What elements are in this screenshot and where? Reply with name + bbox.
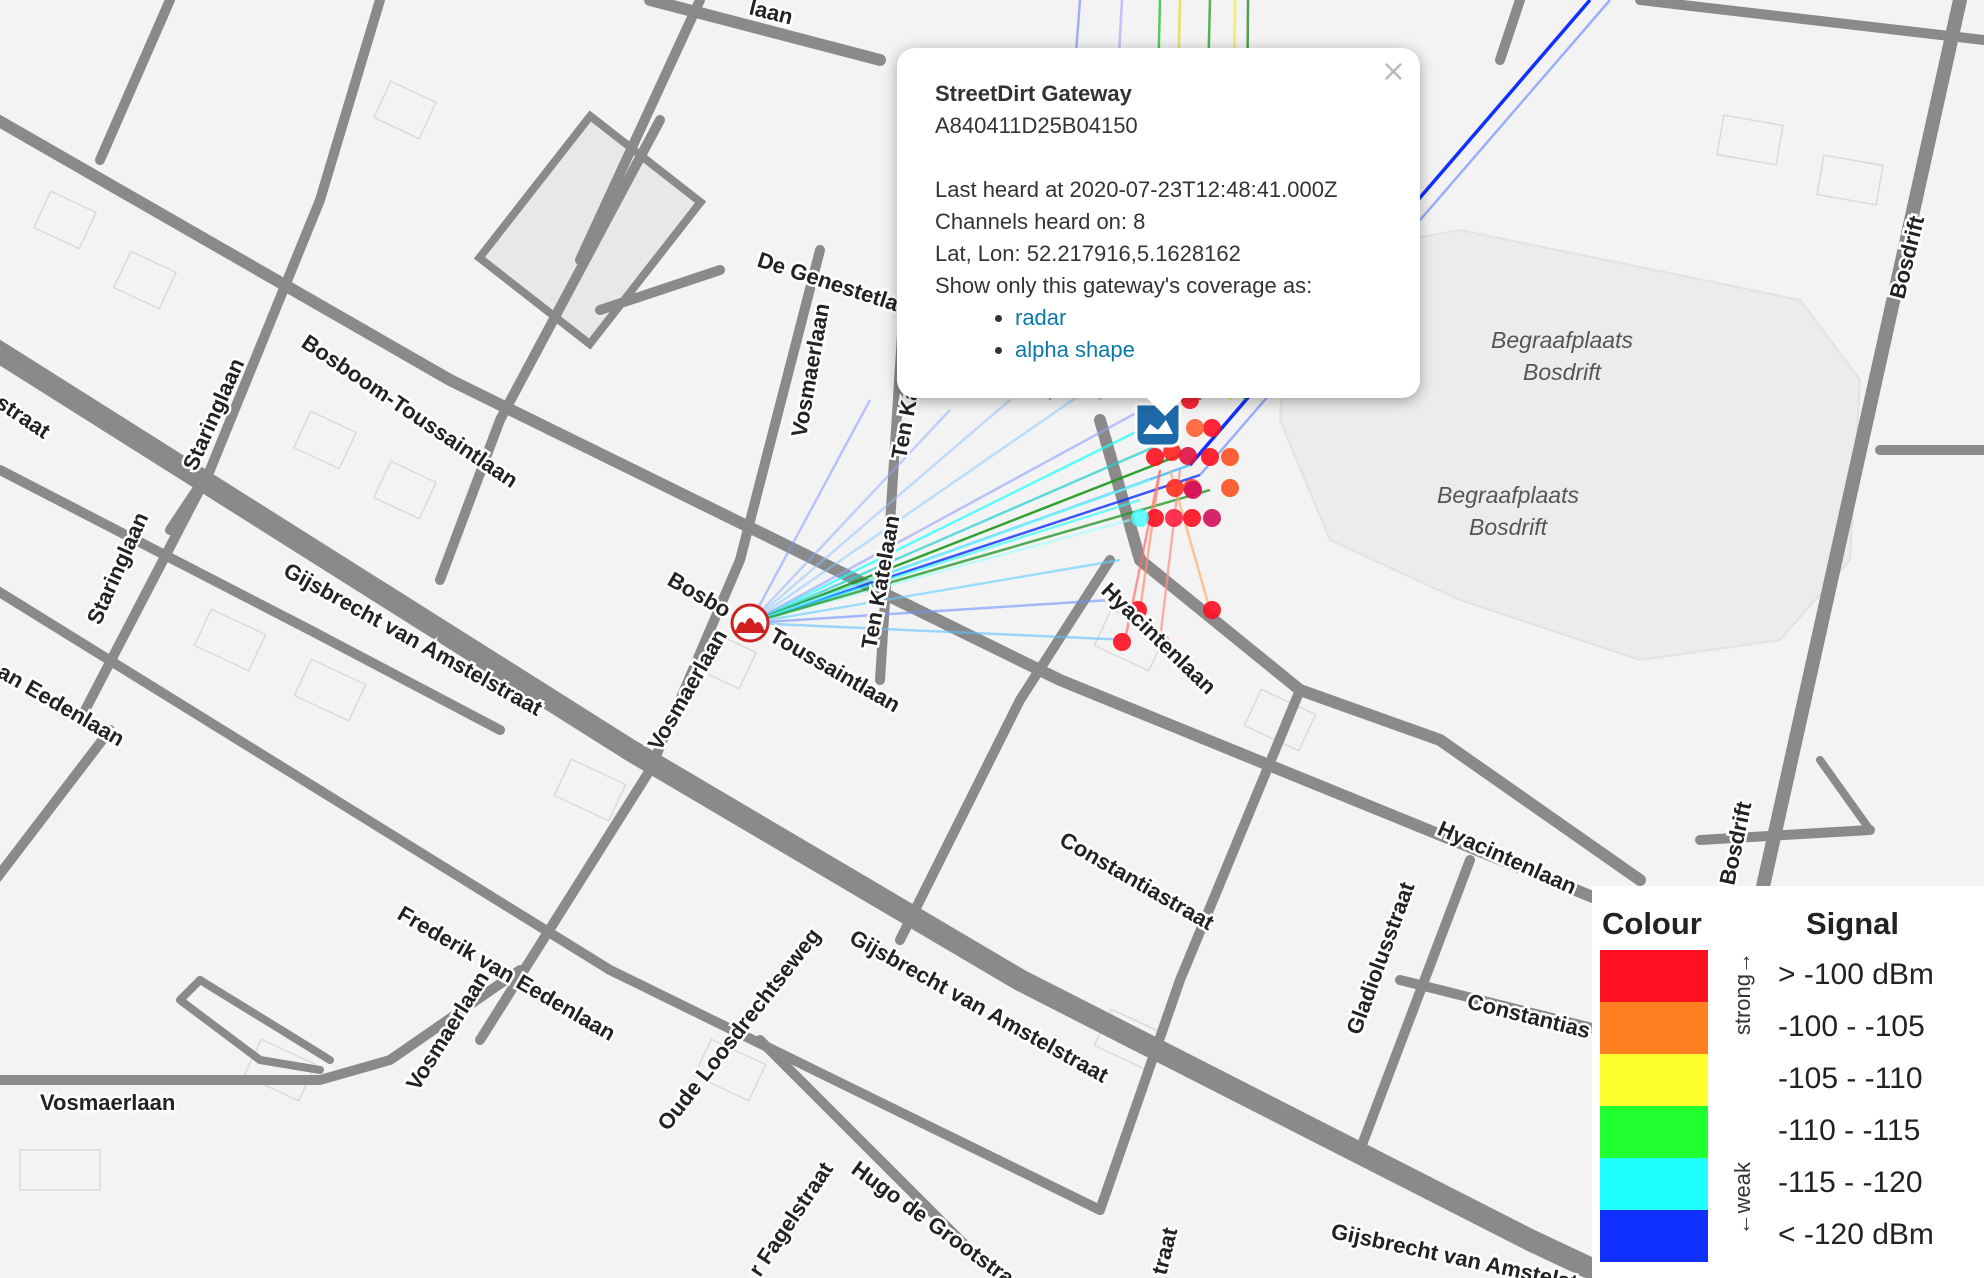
legend-colour-header: Colour bbox=[1602, 906, 1702, 941]
legend-swatch bbox=[1600, 1002, 1708, 1054]
coverage-link-item: radar bbox=[1015, 302, 1420, 334]
channels-heard: Channels heard on: 8 bbox=[935, 209, 1146, 234]
popup-close-button[interactable]: × bbox=[1381, 56, 1406, 88]
gateway-popup: × StreetDirt Gateway A840411D25B04150 La… bbox=[897, 48, 1420, 416]
coverage-links: radar alpha shape bbox=[935, 302, 1420, 366]
cemetery-label-2-line-1: Begraafplaats bbox=[1437, 482, 1579, 508]
gateway-title: StreetDirt Gateway bbox=[935, 81, 1132, 106]
legend-signal-label: -115 - -120 bbox=[1778, 1166, 1923, 1199]
lat-lon: Lat, Lon: 52.217916,5.1628162 bbox=[935, 241, 1241, 266]
popup-tip bbox=[1147, 398, 1183, 416]
legend-signal-label: < -120 dBm bbox=[1778, 1218, 1934, 1251]
legend-swatch bbox=[1600, 1210, 1708, 1262]
coverage-link-item: alpha shape bbox=[1015, 334, 1420, 366]
cemetery-label-1-line-1: Begraafplaats bbox=[1491, 327, 1633, 353]
legend-signal-label: -100 - -105 bbox=[1778, 1010, 1925, 1043]
legend-signal-header: Signal bbox=[1806, 906, 1900, 941]
legend-strong-label: strong→ bbox=[1730, 952, 1755, 1036]
legend-weak-label: ←weak bbox=[1730, 1162, 1755, 1236]
last-heard: Last heard at 2020-07-23T12:48:41.000Z bbox=[935, 177, 1338, 202]
gateway-eui: A840411D25B04150 bbox=[935, 113, 1138, 138]
legend-swatch bbox=[1600, 1158, 1708, 1210]
legend-swatch bbox=[1600, 1054, 1708, 1106]
cemetery-label-2-line-2: Bosdrift bbox=[1469, 514, 1549, 540]
radar-link[interactable]: radar bbox=[1015, 305, 1066, 330]
street-vosmaerlaan-4: Vosmaerlaan bbox=[40, 1090, 175, 1115]
popup-spacer bbox=[935, 142, 1420, 174]
show-only-label: Show only this gateway's coverage as: bbox=[935, 273, 1313, 298]
legend-signal-label: > -100 dBm bbox=[1778, 958, 1934, 991]
legend-swatch bbox=[1600, 950, 1708, 1002]
alpha-shape-link[interactable]: alpha shape bbox=[1015, 337, 1135, 362]
cemetery-label-1-line-2: Bosdrift bbox=[1523, 359, 1603, 385]
legend-signal-label: -105 - -110 bbox=[1778, 1062, 1923, 1095]
gateway-marker[interactable] bbox=[730, 603, 770, 643]
legend-swatch bbox=[1600, 1106, 1708, 1158]
legend-signal-label: -110 - -115 bbox=[1778, 1114, 1921, 1147]
signal-legend: Colour Signal strong→ ←weak > -100 dBm -… bbox=[1592, 886, 1984, 1278]
